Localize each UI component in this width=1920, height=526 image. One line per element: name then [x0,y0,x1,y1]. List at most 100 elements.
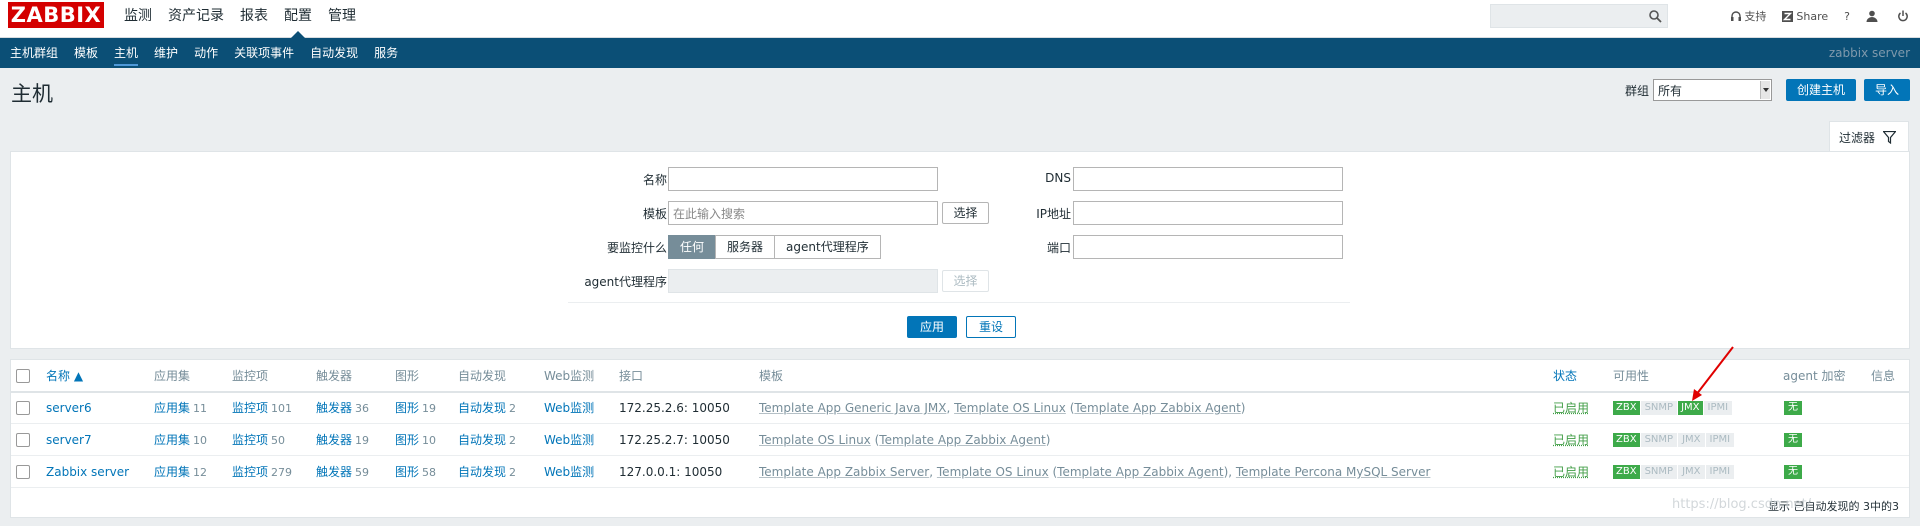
table-row: server7 应用集 10 监控项 50 触发器 19 图形 10 自动发现 2 Web… [11,425,1909,456]
user-profile-button[interactable] [1858,0,1889,32]
discovery-link[interactable]: 自动发现 [458,433,506,447]
ipmi-badge: IPMI [1705,433,1735,447]
template-link[interactable]: Template Percona MySQL Server [1236,465,1431,479]
subnav-actions[interactable]: 动作 [186,38,226,68]
port-field[interactable] [1073,235,1343,259]
header-name[interactable]: 名称 ▲ [46,360,83,392]
host-name-link[interactable]: server7 [46,433,92,447]
web-link[interactable]: Web监测 [544,433,594,447]
subnav-correlation[interactable]: 关联项事件 [226,38,302,68]
proxy-select-button: 选择 [942,270,989,292]
ip-label: IP地址 [1036,207,1071,221]
monitored-by-proxy[interactable]: agent代理程序 [774,235,881,259]
group-select[interactable]: 所有 [1652,79,1772,101]
support-link[interactable]: 支持 [1723,0,1774,32]
nav-reports[interactable]: 报表 [232,0,276,38]
templates-cell: Template App Zabbix Server, Template OS … [759,465,1431,479]
status-link[interactable]: 已启用 [1553,457,1589,488]
ipmi-badge: IPMI [1705,465,1735,479]
zabbix-logo[interactable]: ZABBIX [8,2,104,28]
filter-tab[interactable]: 过滤器 [1829,121,1909,152]
header-web: Web监测 [544,369,595,383]
main-nav: 监测 资产记录 报表 配置 管理 [116,0,364,38]
nav-inventory[interactable]: 资产记录 [160,0,232,38]
status-link[interactable]: 已启用 [1553,393,1589,424]
filter-icon [1883,130,1897,144]
template-link[interactable]: Template App Zabbix Server [759,465,929,479]
applications-link[interactable]: 应用集 [154,433,190,447]
nav-configuration[interactable]: 配置 [276,0,320,38]
create-host-button[interactable]: 创建主机 [1785,79,1856,101]
server-name: zabbix server [1828,46,1910,60]
apply-button[interactable]: 应用 [907,316,957,338]
template-link[interactable]: Template App Generic Java JMX [759,401,946,415]
status-link[interactable]: 已启用 [1553,425,1589,456]
items-count: 101 [271,402,293,415]
header-info: 信息 [1871,369,1896,383]
template-link[interactable]: Template App Zabbix Agent [1074,401,1240,415]
applications-count: 11 [193,402,208,415]
header-templates: 模板 [759,369,784,383]
row-checkbox[interactable] [16,433,30,447]
row-checkbox[interactable] [16,401,30,415]
discovery-link[interactable]: 自动发现 [458,401,506,415]
template-link[interactable]: Template OS Linux [759,433,871,447]
monitored-by-server[interactable]: 服务器 [715,235,776,259]
template-search-field[interactable]: 在此输入搜索 [668,201,938,225]
table-row: Zabbix server 应用集 12 监控项 279 触发器 59 图形 58 自动… [11,457,1909,488]
import-button[interactable]: 导入 [1863,79,1910,101]
triggers-link[interactable]: 触发器 [316,433,352,447]
template-link[interactable]: Template OS Linux [937,465,1049,479]
template-link[interactable]: Template App Zabbix Agent [879,433,1045,447]
row-checkbox[interactable] [16,465,30,479]
template-label: 模板 [642,207,667,221]
items-link[interactable]: 监控项 [232,465,268,479]
help-button[interactable]: ? [1836,0,1858,32]
header-status[interactable]: 状态 [1553,360,1577,392]
logout-button[interactable] [1889,0,1920,32]
search-input[interactable] [1490,4,1668,28]
subnav-services[interactable]: 服务 [366,38,406,68]
subnav-maintenance[interactable]: 维护 [146,38,186,68]
host-name-link[interactable]: Zabbix server [46,465,129,479]
hosts-table: 名称 ▲ 应用集 监控项 触发器 图形 自动发现 Web监测 接口 模板 状态 … [10,359,1910,518]
items-link[interactable]: 监控项 [232,433,268,447]
applications-link[interactable]: 应用集 [154,465,190,479]
template-link[interactable]: Template OS Linux [954,401,1066,415]
applications-link[interactable]: 应用集 [154,401,190,415]
items-link[interactable]: 监控项 [232,401,268,415]
templates-cell: Template App Generic Java JMX, Template … [759,401,1246,415]
subnav-discovery[interactable]: 自动发现 [302,38,366,68]
template-link[interactable]: Template App Zabbix Agent [1057,465,1223,479]
name-field[interactable] [668,167,938,191]
web-link[interactable]: Web监测 [544,465,594,479]
encryption-badge: 无 [1784,401,1802,415]
graphs-link[interactable]: 图形 [395,401,419,415]
host-name-link[interactable]: server6 [46,401,92,415]
discovery-link[interactable]: 自动发现 [458,465,506,479]
nav-monitoring[interactable]: 监测 [116,0,160,38]
header-availability: 可用性 [1613,369,1650,383]
triggers-link[interactable]: 触发器 [316,401,352,415]
web-link[interactable]: Web监测 [544,401,594,415]
dns-field[interactable] [1073,167,1343,191]
subnav-host-groups[interactable]: 主机群组 [2,38,66,68]
monitored-by-radio: 任何 服务器 agent代理程序 [668,235,881,259]
jmx-badge: JMX [1678,465,1705,479]
interface-value: 172.25.2.7: 10050 [619,433,730,447]
triggers-link[interactable]: 触发器 [316,465,352,479]
graphs-link[interactable]: 图形 [395,433,419,447]
share-link[interactable]: Share [1774,0,1836,32]
nav-administration[interactable]: 管理 [320,0,364,38]
search-icon[interactable] [1648,9,1662,23]
monitored-by-any[interactable]: 任何 [668,235,717,259]
select-all-checkbox[interactable] [16,369,30,383]
subnav-hosts[interactable]: 主机 [106,38,146,68]
watermark-text: https://blog.csdn.net/ [1672,497,1812,512]
reset-button[interactable]: 重设 [966,316,1016,338]
graphs-link[interactable]: 图形 [395,465,419,479]
subnav-templates[interactable]: 模板 [66,38,106,68]
graphs-count: 19 [422,402,437,415]
header-encryption: agent 加密 [1783,369,1846,383]
ip-field[interactable] [1073,201,1343,225]
